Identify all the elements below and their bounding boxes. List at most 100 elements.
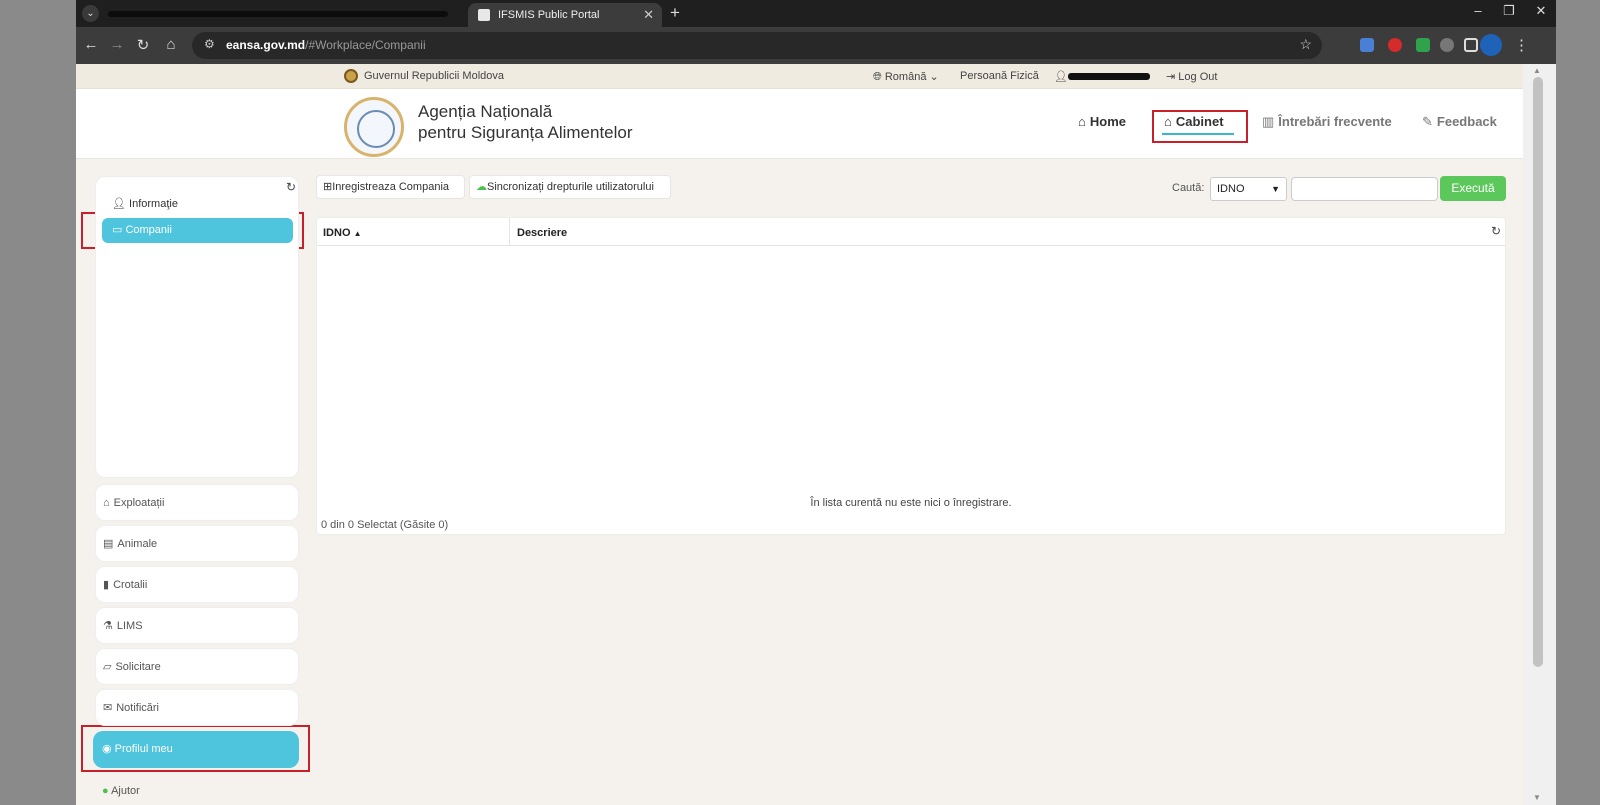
- government-bar: Guvernul Republicii Moldova 🌐︎ Română ⌄ …: [76, 64, 1523, 89]
- sort-asc-icon: ▲: [353, 229, 362, 238]
- home-icon: ⌂: [1078, 114, 1086, 129]
- new-tab-button[interactable]: +: [670, 3, 680, 23]
- companii-icon: ▭: [112, 224, 126, 236]
- sidebar-item-animale[interactable]: ▤ Animale: [95, 525, 299, 562]
- agency-line-2: pentru Siguranța Alimentelor: [418, 123, 633, 142]
- site-settings-icon[interactable]: ⚙: [204, 37, 215, 51]
- home-icon: ⌂: [103, 497, 110, 509]
- user-icon: 👤︎: [112, 198, 130, 210]
- nav-feedback[interactable]: ✎ Feedback: [1422, 114, 1497, 130]
- column-descriere[interactable]: Descriere: [517, 227, 567, 239]
- agency-line-1: Agenția Națională: [418, 102, 553, 121]
- scroll-up-arrow[interactable]: ▲: [1533, 66, 1541, 75]
- flask-icon: ⚗︎: [103, 620, 113, 632]
- browser-menu-icon[interactable]: ⋮: [1514, 36, 1529, 54]
- profile-avatar[interactable]: [1480, 34, 1502, 56]
- folder-icon: ▱: [103, 661, 112, 673]
- url-text: eansa.gov.md/#Workplace/Companii: [226, 38, 426, 52]
- url-host: eansa.gov.md: [226, 38, 306, 52]
- sidebar-panel: ↻ 👤︎ Informaţie ▭ Companii: [95, 176, 299, 478]
- sidebar-item-exploatatii[interactable]: ⌂ Exploatații: [95, 484, 299, 521]
- column-idno[interactable]: IDNO ▲: [323, 227, 361, 239]
- tab-inactive[interactable]: [108, 5, 458, 23]
- refresh-icon[interactable]: ↻: [286, 180, 296, 194]
- extension-icon[interactable]: [1416, 38, 1430, 52]
- tab-active[interactable]: IFSMIS Public Portal ✕: [468, 3, 662, 27]
- logout-icon: ⇥: [1166, 71, 1179, 83]
- sidebar-info-label: Informaţie: [129, 198, 178, 210]
- moldova-emblem-icon: [344, 69, 358, 83]
- site-header: Agenția Națională pentru Siguranța Alime…: [76, 89, 1523, 159]
- extensions-puzzle-icon[interactable]: [1464, 38, 1478, 52]
- tab-search-icon[interactable]: ⌄: [82, 5, 99, 22]
- sidebar-item-notificari[interactable]: ✉︎ Notificări: [95, 689, 299, 726]
- extension-icon-2[interactable]: [1440, 38, 1454, 52]
- translate-extension-icon[interactable]: [1360, 38, 1374, 52]
- envelope-icon: ✉︎: [103, 702, 113, 714]
- restore-button[interactable]: ❐: [1499, 3, 1519, 19]
- tab-title: IFSMIS Public Portal: [498, 9, 600, 21]
- tab-close-icon[interactable]: ✕: [643, 3, 654, 27]
- nav-home[interactable]: ⌂ Home: [1078, 114, 1126, 129]
- government-link[interactable]: Guvernul Republicii Moldova: [364, 70, 504, 82]
- language-label: Română: [884, 71, 927, 83]
- grid-header: IDNO ▲ Descriere ↻: [317, 218, 1505, 246]
- scroll-down-arrow[interactable]: ▼: [1533, 793, 1541, 802]
- search-field-value: IDNO: [1217, 183, 1245, 195]
- bookmark-star-icon[interactable]: ☆: [1299, 36, 1312, 53]
- browser-window: ⌄ IFSMIS Public Portal ✕ + – ❐ ✕ ← → ↻ ⌂…: [76, 0, 1556, 805]
- sidebar-item-ajutor[interactable]: ● Ajutor: [95, 776, 299, 805]
- back-icon[interactable]: ←: [82, 36, 100, 53]
- reload-icon[interactable]: ↻: [134, 36, 152, 54]
- logout-label: Log Out: [1178, 71, 1218, 83]
- sidebar-item-label: Solicitare: [115, 661, 161, 673]
- column-idno-label: IDNO: [323, 227, 351, 239]
- language-selector[interactable]: 🌐︎ Română ⌄: [873, 70, 939, 84]
- sidebar-item-profil[interactable]: ◉ Profilul meu: [93, 731, 299, 768]
- minimize-button[interactable]: –: [1468, 3, 1488, 18]
- home-icon[interactable]: ⌂: [162, 36, 180, 53]
- logout-link[interactable]: ⇥ Log Out: [1166, 70, 1217, 83]
- sync-label: Sincronizați drepturile utilizatorului: [487, 181, 654, 193]
- tab-strip: ⌄ IFSMIS Public Portal ✕ + – ❐ ✕: [76, 0, 1556, 27]
- persona-label[interactable]: Persoană Fizică: [960, 70, 1039, 82]
- close-window-button[interactable]: ✕: [1531, 3, 1551, 19]
- search-input[interactable]: [1291, 177, 1438, 201]
- sidebar-item-info[interactable]: 👤︎ Informaţie: [112, 197, 178, 210]
- page-content: Guvernul Republicii Moldova 🌐︎ Română ⌄ …: [76, 64, 1523, 805]
- sync-rights-button[interactable]: ☁︎Sincronizați drepturile utilizatorului: [469, 175, 671, 199]
- register-label: Inregistreaza Compania: [332, 181, 450, 193]
- nav-home-label: Home: [1089, 114, 1126, 129]
- globe-icon: 🌐︎: [873, 71, 885, 83]
- execute-button[interactable]: Execută: [1440, 176, 1506, 201]
- register-company-button[interactable]: ⊞Inregistreaza Compania: [316, 175, 465, 199]
- bookmark-icon: ▮: [103, 579, 110, 591]
- sidebar-item-lims[interactable]: ⚗︎ LIMS: [95, 607, 299, 644]
- sidebar-item-solicitare[interactable]: ▱ Solicitare: [95, 648, 299, 685]
- scroll-thumb[interactable]: [1533, 77, 1543, 667]
- nav-faq-label: Întrebări frecvente: [1278, 114, 1392, 129]
- sidebar-item-crotalii[interactable]: ▮ Crotalii: [95, 566, 299, 603]
- url-path: /#Workplace/Companii: [305, 38, 426, 52]
- adblock-extension-icon[interactable]: [1388, 38, 1402, 52]
- page-scrollbar[interactable]: ▲ ▼: [1523, 64, 1556, 805]
- help-icon: ●: [102, 785, 112, 797]
- redacted-username: [1068, 73, 1150, 80]
- column-divider[interactable]: [509, 218, 510, 246]
- document-icon: ▤: [103, 538, 114, 550]
- sidebar-help-label: Ajutor: [111, 785, 140, 797]
- ansa-logo[interactable]: [344, 97, 404, 157]
- sidebar-item-companii[interactable]: ▭ Companii: [102, 218, 293, 243]
- sidebar-item-label: Animale: [117, 538, 158, 550]
- page-favicon-icon: [478, 9, 490, 21]
- sidebar-item-label: Exploatații: [113, 497, 165, 509]
- selection-count: 0 din 0 Selectat (Găsite 0): [321, 519, 449, 531]
- grid-refresh-icon[interactable]: ↻: [1491, 224, 1501, 238]
- search-label: Caută:: [1172, 182, 1205, 194]
- nav-faq[interactable]: ▥ Întrebări frecvente: [1262, 114, 1392, 130]
- forward-icon[interactable]: →: [108, 36, 126, 53]
- search-field-select[interactable]: IDNO ▼: [1210, 177, 1287, 201]
- address-bar[interactable]: ⚙ eansa.gov.md/#Workplace/Companii ☆: [192, 32, 1322, 59]
- agency-name: Agenția Națională pentru Siguranța Alime…: [418, 101, 633, 143]
- plus-file-icon: ⊞: [323, 181, 333, 193]
